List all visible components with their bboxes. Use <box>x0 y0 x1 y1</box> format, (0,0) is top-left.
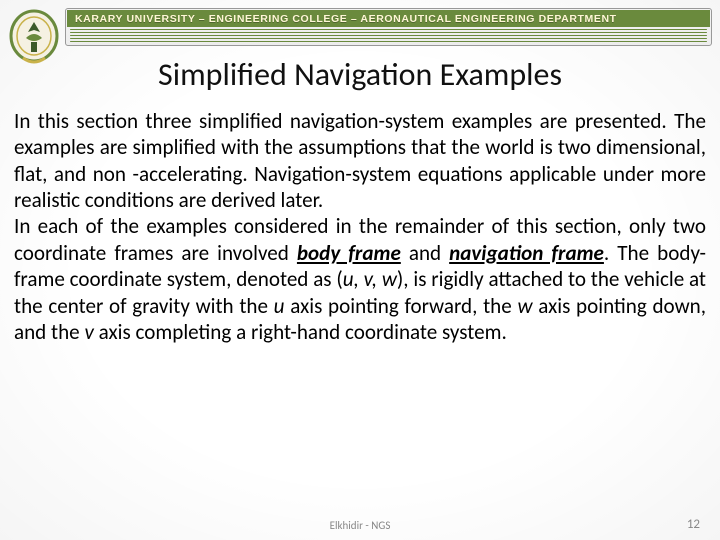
term-navigation-frame: navigation frame <box>449 240 604 266</box>
var-u: u <box>274 293 285 319</box>
paragraph-2-mid5: axis completing a right-hand coordinate … <box>94 319 507 345</box>
body-text: In this section three simplified navigat… <box>14 108 706 345</box>
term-body-frame: body frame <box>297 240 401 266</box>
paragraph-1: In this section three simplified navigat… <box>14 108 706 213</box>
footer-author: Elkhidir - NGS <box>0 519 720 532</box>
var-w: w <box>517 293 532 319</box>
slide-title: Simplified Navigation Examples <box>0 55 720 94</box>
var-uvw: u, v, w <box>343 266 397 292</box>
banner-decorative-lines <box>70 29 707 42</box>
paragraph-2-mid3: axis pointing forward, the <box>285 293 518 319</box>
paragraph-2-and: and <box>401 240 449 266</box>
var-v: v <box>84 319 93 345</box>
page-number: 12 <box>687 517 700 532</box>
institution-line: KARARY UNIVERSITY – ENGINEERING COLLEGE … <box>67 13 617 25</box>
header-banner: KARARY UNIVERSITY – ENGINEERING COLLEGE … <box>65 8 712 46</box>
